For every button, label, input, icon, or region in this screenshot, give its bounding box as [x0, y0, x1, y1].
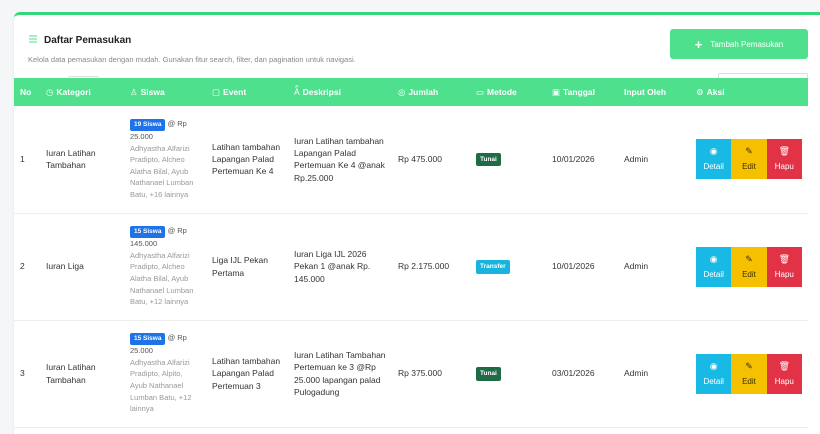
col-aksi: ⚙ Aksi [696, 86, 725, 97]
add-income-label: Tambah Pemasukan [710, 39, 784, 49]
user-icon: ♙ [130, 86, 138, 97]
student-count-badge: 15 Siswa [130, 226, 166, 239]
delete-button[interactable]: 🗑 Hapu [766, 246, 802, 287]
detail-button[interactable]: ◉ Detail [696, 353, 732, 394]
pencil-icon: ✎ [745, 360, 753, 371]
calendar-icon: ▢ [212, 86, 221, 97]
cell-event: Latihan tambahan Lapangan Palad Pertemua… [212, 141, 281, 177]
cell-siswa: 15 Siswa @ Rp 25.000 Adhyastha Alfarizi … [124, 320, 206, 427]
cell-deskripsi: Iuran Latihan Tambahan Pertemuan ke 3 @R… [294, 349, 386, 397]
date-icon: ▣ [552, 86, 561, 97]
cell-no: 2 [20, 261, 25, 272]
card-icon: ▭ [476, 86, 485, 97]
cell-metode: Tunai [470, 320, 546, 427]
income-table: No ◷ Kategori ♙ Siswa ▢ Event Aͤ Deskripsi ◎… [14, 78, 808, 428]
student-names: Adhyastha Alfarizi Pradipto, Alcheo Alat… [130, 250, 194, 307]
cell-aksi: ◉ Detail ✎ Edit 🗑 Hapu [690, 106, 808, 213]
list-icon [28, 31, 38, 49]
cell-siswa: 15 Siswa @ Rp 145.000 Adhyastha Alfarizi… [124, 213, 206, 320]
cell-siswa: 19 Siswa @ Rp 25.000 Adhyastha Alfarizi … [124, 106, 206, 213]
cell-tanggal: 10/01/2026 [552, 154, 595, 165]
col-metode[interactable]: ▭ Metode [470, 78, 546, 106]
cell-input-oleh: Admin [624, 368, 649, 379]
trash-icon: 🗑 [778, 253, 791, 264]
cell-kategori: Iuran Liga [46, 261, 84, 272]
col-kategori[interactable]: ◷ Kategori [40, 78, 124, 106]
cell-jumlah: Rp 375.000 [398, 368, 442, 379]
eye-icon: ◉ [709, 253, 718, 264]
col-jumlah[interactable]: ◎ Jumlah [392, 78, 470, 106]
trash-icon: 🗑 [778, 360, 791, 371]
method-badge: Tunai [476, 367, 501, 381]
eye-icon: ◉ [709, 146, 718, 157]
pencil-icon: ✎ [745, 253, 753, 264]
cell-jumlah: Rp 475.000 [398, 154, 442, 165]
page-subtitle: Kelola data pemasukan dengan mudah. Guna… [28, 55, 356, 64]
detail-button[interactable]: ◉ Detail [696, 246, 732, 287]
trash-icon: 🗑 [778, 146, 791, 157]
gear-icon: ⚙ [696, 86, 704, 97]
pencil-icon: ✎ [745, 146, 753, 157]
student-names: Adhyastha Alfarizi Pradipto, Alpito, Ayu… [130, 357, 192, 414]
cell-metode: Transfer [470, 213, 546, 320]
cell-kategori: Iuran Latihan Tambahan [46, 147, 96, 171]
tag-icon: ◷ [46, 86, 54, 97]
card-header: Daftar Pemasukan Kelola data pemasukan d… [28, 31, 356, 65]
cell-no: 3 [20, 368, 25, 379]
detail-button[interactable]: ◉ Detail [696, 139, 732, 180]
edit-button[interactable]: ✎ Edit [731, 139, 767, 180]
cell-deskripsi: Iuran Liga IJL 2026 Pekan 1 @anak Rp. 14… [294, 249, 371, 284]
text-icon: Aͤ [294, 87, 300, 97]
col-tanggal[interactable]: ▣ Tanggal [546, 78, 618, 106]
col-event[interactable]: ▢ Event [206, 78, 288, 106]
cell-aksi: ◉ Detail ✎ Edit 🗑 Hapu [690, 320, 808, 427]
cell-input-oleh: Admin [624, 154, 649, 165]
col-siswa[interactable]: ♙ Siswa [124, 78, 206, 106]
col-deskripsi[interactable]: Aͤ Deskripsi [288, 78, 392, 106]
page-title: Daftar Pemasukan [44, 34, 132, 46]
cell-deskripsi: Iuran Latihan tambahan Lapangan Palad Pe… [294, 135, 385, 183]
cell-aksi: ◉ Detail ✎ Edit 🗑 Hapu [690, 213, 808, 320]
eye-icon: ◉ [709, 360, 718, 371]
table-row: 3 Iuran Latihan Tambahan 15 Siswa @ Rp 2… [14, 320, 808, 427]
edit-button[interactable]: ✎ Edit [731, 246, 767, 287]
table-row: 1 Iuran Latihan Tambahan 19 Siswa @ Rp 2… [14, 106, 808, 213]
cell-kategori: Iuran Latihan Tambahan [46, 362, 96, 385]
student-count-badge: 15 Siswa [130, 333, 166, 346]
cell-event: Liga IJL Pekan Pertama [212, 255, 268, 278]
cell-metode: Tunai [470, 106, 546, 213]
table-header-row: No ◷ Kategori ♙ Siswa ▢ Event Aͤ Deskripsi ◎… [14, 78, 808, 106]
method-badge: Transfer [476, 260, 510, 274]
cell-tanggal: 03/01/2026 [552, 368, 595, 379]
cell-tanggal: 10/01/2026 [552, 261, 595, 272]
cell-input-oleh: Admin [624, 261, 649, 272]
plus-icon: + [694, 36, 703, 52]
student-names: Adhyastha Alfarizi Pradipto, Alcheo Alat… [130, 143, 194, 200]
cell-jumlah: Rp 2.175.000 [398, 261, 450, 272]
method-badge: Tunai [476, 153, 501, 167]
cell-event: Latihan tambahan Lapangan Palad Pertemua… [212, 356, 281, 391]
edit-button[interactable]: ✎ Edit [731, 353, 767, 394]
delete-button[interactable]: 🗑 Hapu [766, 139, 802, 180]
table-row: 2 Iuran Liga 15 Siswa @ Rp 145.000 Adhya… [14, 213, 808, 320]
col-input-oleh[interactable]: Input Oleh [618, 78, 690, 106]
delete-button[interactable]: 🗑 Hapu [766, 353, 802, 394]
col-no[interactable]: No [14, 78, 40, 106]
add-income-button[interactable]: + Tambah Pemasukan [670, 29, 808, 59]
money-icon: ◎ [398, 86, 406, 97]
student-count-badge: 19 Siswa [130, 118, 166, 131]
cell-no: 1 [20, 154, 25, 165]
